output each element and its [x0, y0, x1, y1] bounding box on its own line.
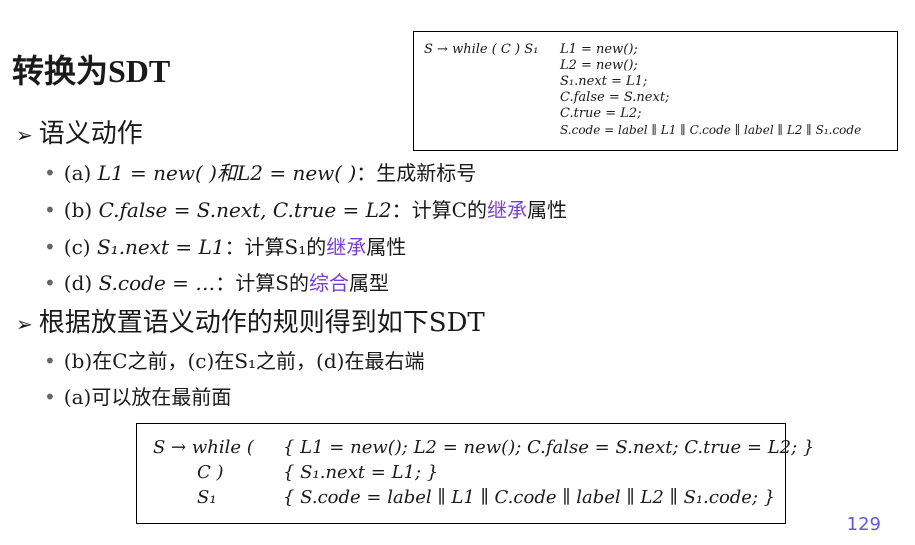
item-prefix: (c)	[63, 235, 97, 259]
dot-bullet-icon: •	[44, 271, 56, 295]
item-prefix: (a)	[63, 161, 98, 185]
list-item: • (d) S.code = …：计算S的综合属型	[44, 267, 389, 296]
item-text: ：计算S的	[215, 271, 309, 295]
action-line: L1 = new();	[560, 42, 638, 57]
sdt-box: S → while ( { L1 = new(); L2 = new(); C.…	[136, 423, 814, 524]
item-math: L1 = new( )和L2 = new( )	[97, 161, 357, 185]
production-box: S → while ( C ) S₁ L1 = new(); L2 = new(…	[413, 31, 898, 151]
item-suffix: 属型	[348, 271, 389, 295]
action-line: C.false = S.next;	[560, 90, 670, 105]
item-prefix: (d)	[63, 271, 99, 295]
action-line: C.true = L2;	[560, 106, 642, 121]
sdt-left: C )	[197, 462, 224, 483]
page-number: 129	[846, 514, 881, 535]
action-line: S₁.next = L1;	[560, 74, 648, 89]
sdt-left: S₁	[197, 487, 217, 508]
section-heading: ➢ 语义动作	[16, 113, 143, 150]
sdt-left: S → while (	[153, 437, 254, 458]
slide-title: 转换为SDT	[12, 53, 171, 89]
action-line: S.code = label ∥ L1 ∥ C.code ∥ label ∥ L…	[560, 123, 862, 137]
item-accent: 综合	[308, 271, 349, 295]
item-accent: 继承	[486, 198, 527, 222]
sdt-right: { S₁.next = L1; }	[283, 462, 439, 483]
item-text: (b)在C之前，(c)在S₁之前，(d)在最右端	[63, 349, 425, 373]
dot-bullet-icon: •	[44, 349, 56, 373]
item-text: ：计算S₁的	[224, 235, 327, 259]
action-line: L2 = new();	[560, 58, 638, 73]
dot-bullet-icon: •	[44, 385, 56, 409]
item-prefix: (b)	[63, 198, 99, 222]
section-heading-text: 语义动作	[38, 119, 143, 149]
list-item: • (a)可以放在最前面	[44, 381, 231, 410]
section-heading: ➢ 根据放置语义动作的规则得到如下SDT	[16, 302, 485, 339]
item-suffix: 属性	[366, 235, 407, 259]
dot-bullet-icon: •	[44, 235, 56, 259]
arrow-bullet-icon: ➢	[16, 123, 33, 147]
item-math: S.code = …	[98, 271, 216, 295]
item-math: S₁.next = L1	[96, 235, 225, 259]
list-item: • (c) S₁.next = L1：计算S₁的继承属性	[44, 231, 406, 260]
item-text: ：生成新标号	[356, 161, 477, 185]
dot-bullet-icon: •	[44, 198, 56, 222]
item-math: C.false = S.next, C.true = L2	[98, 198, 392, 222]
dot-bullet-icon: •	[44, 161, 56, 185]
sdt-right: { S.code = label ∥ L1 ∥ C.code ∥ label ∥…	[283, 487, 776, 508]
item-accent: 继承	[326, 235, 367, 259]
list-item: • (b)在C之前，(c)在S₁之前，(d)在最右端	[44, 345, 424, 374]
list-item: • (b) C.false = S.next, C.true = L2：计算C的继…	[44, 194, 567, 223]
production-rule: S → while ( C ) S₁	[424, 42, 539, 57]
item-suffix: 属性	[526, 198, 567, 222]
item-text: ：计算C的	[391, 198, 487, 222]
arrow-bullet-icon: ➢	[16, 312, 33, 336]
item-text: (a)可以放在最前面	[63, 385, 232, 409]
list-item: • (a) L1 = new( )和L2 = new( )：生成新标号	[44, 157, 476, 186]
section-heading-text: 根据放置语义动作的规则得到如下SDT	[38, 308, 485, 338]
sdt-right: { L1 = new(); L2 = new(); C.false = S.ne…	[283, 437, 815, 458]
